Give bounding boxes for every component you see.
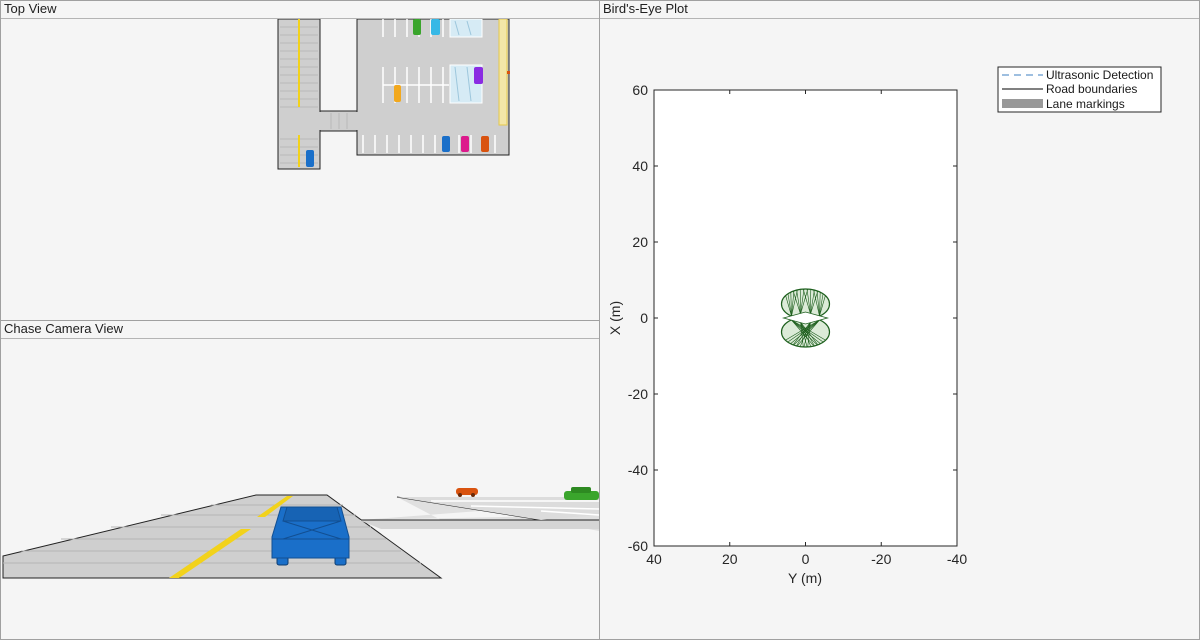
chase-view-panel: Chase Camera View bbox=[0, 320, 600, 640]
x-tick-label: 0 bbox=[802, 551, 810, 567]
x-tick-label: 40 bbox=[646, 551, 662, 567]
legend-lane-label: Lane markings bbox=[1046, 97, 1125, 111]
legend-ultrasonic-label: Ultrasonic Detection bbox=[1046, 68, 1153, 82]
legend-road-label: Road boundaries bbox=[1046, 82, 1137, 96]
y-tick-label: 40 bbox=[632, 158, 648, 174]
legend[interactable]: Ultrasonic Detection Road boundaries Lan… bbox=[997, 66, 1162, 113]
magenta-car bbox=[461, 136, 469, 152]
edge-hatch bbox=[498, 18, 508, 126]
birds-eye-plot: 40 20 0 -20 -40 60 40 20 0 -20 -40 -60 Y (m) X (m)… bbox=[607, 66, 1162, 586]
x-tick-label: -40 bbox=[947, 551, 967, 567]
x-tick-label: 20 bbox=[722, 551, 738, 567]
birds-eye-canvas[interactable]: 40 20 0 -20 -40 60 40 20 0 -20 -40 -60 Y (m) X (m)… bbox=[600, 19, 1199, 639]
blue-car bbox=[442, 136, 450, 152]
ultrasonic-coverage bbox=[780, 288, 831, 348]
y-axis-label: X (m) bbox=[607, 301, 623, 335]
y-tick-label: 0 bbox=[640, 310, 648, 326]
ego-vehicle-top bbox=[306, 150, 314, 167]
y-tick-label: 20 bbox=[632, 234, 648, 250]
green-car-far bbox=[564, 487, 599, 500]
legend-lane-swatch bbox=[1002, 99, 1043, 108]
y-tick-label: -40 bbox=[628, 462, 648, 478]
y-tick-label: -20 bbox=[628, 386, 648, 402]
birds-eye-panel: Bird's-Eye Plot 40 20 0 -20 -40 60 40 20 0 -20 -4… bbox=[599, 0, 1200, 640]
y-tick-label: -60 bbox=[628, 538, 648, 554]
gold-car bbox=[394, 85, 401, 102]
cyan-car bbox=[431, 19, 440, 35]
purple-car bbox=[474, 67, 483, 84]
main-road bbox=[2, 494, 443, 579]
chase-view-title: Chase Camera View bbox=[1, 321, 599, 339]
x-axis-label: Y (m) bbox=[788, 570, 822, 586]
green-car bbox=[413, 19, 421, 35]
parking-lot bbox=[356, 18, 510, 156]
top-view-scene bbox=[277, 18, 510, 170]
chase-view-canvas[interactable] bbox=[1, 339, 599, 639]
x-tick-label: -20 bbox=[871, 551, 891, 567]
chase-view-scene bbox=[2, 487, 599, 579]
ego-vehicle-chase bbox=[271, 506, 350, 566]
orange-car-far bbox=[456, 488, 478, 497]
birds-eye-title: Bird's-Eye Plot bbox=[600, 1, 1199, 19]
top-view-title: Top View bbox=[1, 1, 599, 19]
y-tick-label: 60 bbox=[632, 82, 648, 98]
orange-car bbox=[481, 136, 489, 152]
top-view-canvas[interactable] bbox=[1, 18, 599, 320]
top-view-panel: Top View bbox=[0, 0, 600, 321]
